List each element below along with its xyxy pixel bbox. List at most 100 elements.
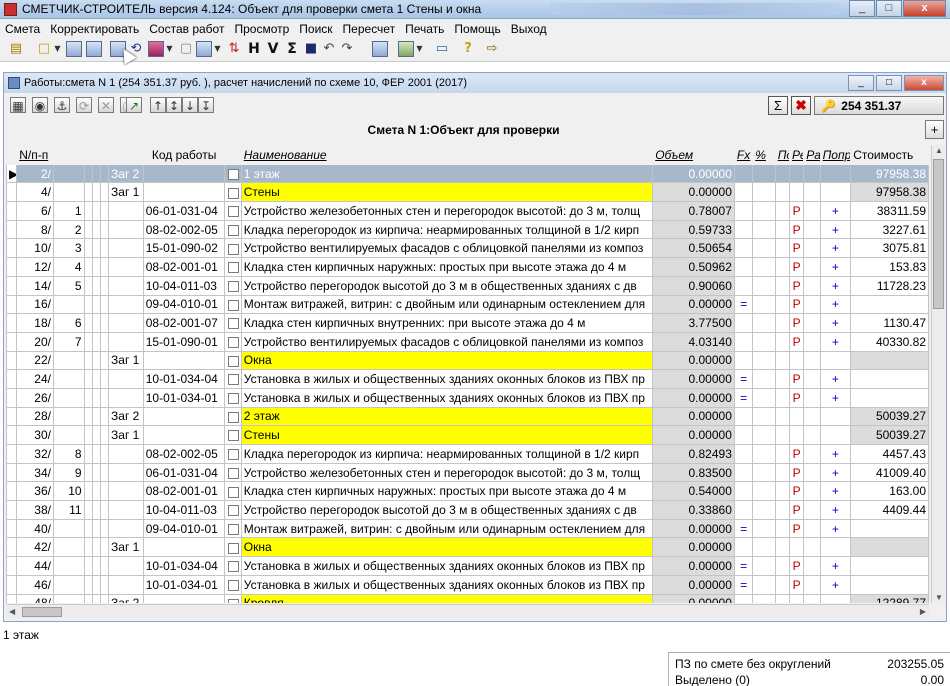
checkbox[interactable] bbox=[227, 467, 239, 479]
row-checkbox[interactable] bbox=[224, 163, 242, 184]
column-header-percent[interactable]: % bbox=[752, 145, 776, 165]
work-code[interactable] bbox=[142, 537, 226, 558]
row-checkbox[interactable] bbox=[224, 201, 242, 221]
menu-pechat[interactable]: Печать bbox=[400, 19, 449, 38]
vertical-scrollbar[interactable]: ▲ ▼ bbox=[931, 145, 945, 603]
scroll-left-icon[interactable]: ◀ bbox=[9, 607, 15, 616]
menu-smeta[interactable]: Смета bbox=[0, 19, 45, 38]
work-name[interactable]: Установка в жилых и общественных зданиях… bbox=[240, 369, 654, 389]
row-checkbox[interactable] bbox=[224, 238, 242, 259]
work-volume[interactable]: 0.54000 bbox=[652, 481, 735, 502]
table-row[interactable]: 46/10-01-034-01 Установка в жилых и общес… bbox=[6, 574, 929, 595]
table-row[interactable]: 4/Заг 1 Стены 0.00000 97958.38 bbox=[6, 182, 929, 203]
horizontal-scroll-thumb[interactable] bbox=[22, 607, 62, 617]
undo-icon[interactable]: ↶ bbox=[321, 41, 337, 57]
work-volume[interactable]: 0.78007 bbox=[652, 201, 735, 221]
resource-icon[interactable] bbox=[148, 41, 164, 57]
vertical-scroll-thumb[interactable] bbox=[933, 159, 944, 309]
menu-korrektirovat[interactable]: Корректировать bbox=[45, 19, 144, 38]
checkbox[interactable] bbox=[227, 561, 239, 573]
table-row[interactable]: 42/Заг 1 Окна 0.00000 bbox=[6, 537, 929, 558]
table-row[interactable]: 22/Заг 1 Окна 0.00000 bbox=[6, 350, 929, 371]
work-volume[interactable]: 4.03140 bbox=[652, 331, 735, 352]
open-folder-icon[interactable]: ▤ bbox=[8, 41, 24, 57]
refresh-icon[interactable]: ⟳ bbox=[76, 97, 92, 113]
menu-vykhod[interactable]: Выход bbox=[506, 19, 552, 38]
report-icon[interactable] bbox=[372, 41, 388, 57]
work-code[interactable]: 10-01-034-04 bbox=[142, 369, 226, 389]
checkbox[interactable] bbox=[227, 598, 239, 603]
checkbox[interactable] bbox=[227, 337, 239, 349]
work-name[interactable]: Установка в жилых и общественных зданиях… bbox=[240, 574, 654, 595]
scroll-right-icon[interactable]: ▶ bbox=[920, 607, 926, 616]
expand-button[interactable]: + bbox=[925, 120, 944, 139]
monitor-icon[interactable]: ▭ bbox=[434, 41, 450, 57]
row-checkbox[interactable] bbox=[224, 574, 242, 595]
work-name[interactable]: Монтаж витражей, витрин: с двойным или о… bbox=[240, 294, 654, 315]
checkbox[interactable] bbox=[227, 505, 239, 517]
checkbox[interactable] bbox=[227, 206, 239, 218]
work-volume[interactable]: 0.33860 bbox=[652, 500, 735, 520]
chevron-down-icon[interactable]: ▼ bbox=[416, 41, 423, 57]
work-name[interactable]: 1 этаж bbox=[240, 163, 654, 184]
table-row[interactable]: 38/11 10-04-011-03 Устройство перегородок … bbox=[6, 500, 929, 520]
row-checkbox[interactable] bbox=[224, 462, 242, 483]
redo-icon[interactable]: ↷ bbox=[339, 41, 355, 57]
column-header-re[interactable]: Ре bbox=[788, 145, 805, 165]
table-row[interactable]: 10/3 15-01-090-02 Устройство вентилируемых… bbox=[6, 238, 929, 259]
column-header-volume[interactable]: Объем bbox=[652, 145, 735, 165]
menu-poisk[interactable]: Поиск bbox=[294, 19, 337, 38]
table-row[interactable]: ▶2/Заг 2 1 этаж0.00000 97958.38 bbox=[6, 163, 929, 184]
work-code[interactable]: 06-01-031-04 bbox=[142, 462, 226, 483]
work-name[interactable]: Окна bbox=[240, 350, 654, 371]
column-header-code[interactable]: Код работы bbox=[142, 145, 226, 165]
work-volume[interactable]: 0.00000 bbox=[652, 182, 735, 203]
table-row[interactable]: 16/09-04-010-01 Монтаж витражей, витрин: … bbox=[6, 294, 929, 315]
work-code[interactable] bbox=[142, 350, 226, 371]
work-volume[interactable]: 0.50962 bbox=[652, 257, 735, 277]
table-row[interactable]: 30/Заг 1 Стены 0.00000 50039.27 bbox=[6, 425, 929, 445]
column-header-pd[interactable]: Пд bbox=[774, 145, 791, 165]
work-code[interactable]: 08-02-001-01 bbox=[142, 257, 226, 277]
h-icon[interactable]: H bbox=[246, 41, 262, 57]
row-checkbox[interactable] bbox=[224, 294, 242, 315]
checkbox[interactable] bbox=[227, 542, 239, 554]
estimate-grid[interactable]: N/п-п Код работы Наименование Объем Fx %… bbox=[6, 145, 929, 603]
exit-icon[interactable]: ⇨ bbox=[484, 41, 500, 57]
row-checkbox[interactable] bbox=[224, 219, 242, 240]
table-row[interactable]: 44/10-01-034-04 Установка в жилых и общес… bbox=[6, 556, 929, 576]
scroll-up-icon[interactable]: ▲ bbox=[935, 146, 943, 155]
checkbox[interactable] bbox=[227, 280, 239, 292]
work-code[interactable]: 15-01-090-02 bbox=[142, 238, 226, 259]
v-icon[interactable]: V bbox=[265, 41, 281, 57]
checkbox[interactable] bbox=[227, 243, 239, 255]
work-code[interactable]: 10-01-034-01 bbox=[142, 574, 226, 595]
checkbox[interactable] bbox=[227, 224, 239, 236]
page-icon[interactable]: ▢ bbox=[178, 41, 194, 57]
work-code[interactable]: 09-04-010-01 bbox=[142, 518, 226, 539]
work-code[interactable]: 08-02-001-07 bbox=[142, 313, 226, 333]
row-checkbox[interactable] bbox=[224, 313, 242, 333]
table-row[interactable]: 8/2 08-02-002-05 Кладка перегородок из кир… bbox=[6, 219, 929, 240]
table-row[interactable]: 24/10-01-034-04 Установка в жилых и общес… bbox=[6, 369, 929, 389]
work-code[interactable]: 08-02-001-01 bbox=[142, 481, 226, 502]
work-volume[interactable]: 0.00000 bbox=[652, 574, 735, 595]
table-row[interactable]: 48/Заг 2 Кровля0.00000 12289.77 bbox=[6, 593, 929, 603]
checkbox[interactable] bbox=[227, 374, 239, 386]
row-checkbox[interactable] bbox=[224, 444, 242, 464]
move-bottom-icon[interactable]: ↧ bbox=[198, 97, 214, 113]
checkbox[interactable] bbox=[227, 168, 239, 180]
column-header-popr[interactable]: Попр bbox=[819, 145, 852, 165]
work-volume[interactable]: 0.00000 bbox=[652, 387, 735, 408]
work-code[interactable]: 10-01-034-04 bbox=[142, 556, 226, 576]
row-checkbox[interactable] bbox=[224, 537, 242, 558]
horizontal-scrollbar[interactable]: ◀ ▶ bbox=[6, 604, 929, 618]
chevron-down-icon[interactable]: ▼ bbox=[214, 41, 221, 57]
checkbox[interactable] bbox=[227, 355, 239, 367]
work-name[interactable]: Кладка стен кирпичных наружных: простых … bbox=[240, 481, 654, 502]
work-code[interactable]: 08-02-002-05 bbox=[142, 219, 226, 240]
work-name[interactable]: Окна bbox=[240, 537, 654, 558]
work-name[interactable]: Устройство железобетонных стен и перегор… bbox=[240, 201, 654, 221]
close-button[interactable]: x bbox=[903, 0, 946, 17]
save-icon[interactable]: ■ bbox=[303, 41, 319, 57]
